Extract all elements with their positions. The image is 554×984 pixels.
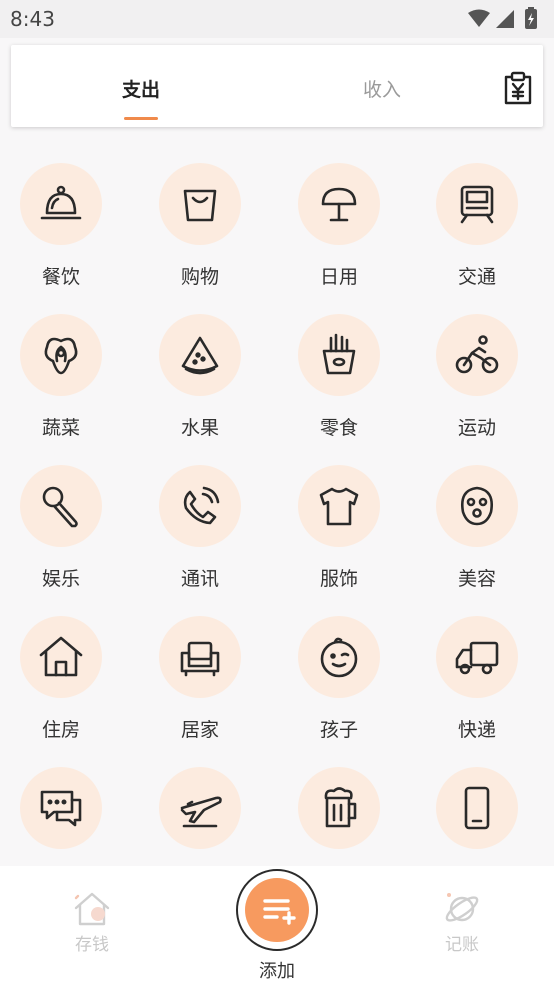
status-bar: 8:43 (0, 0, 554, 38)
dining-bell-icon (40, 185, 82, 220)
category-drinks[interactable] (289, 732, 389, 864)
category-children[interactable]: 孩子 (289, 581, 389, 741)
add-label: 添加 (259, 961, 295, 982)
category-fruit[interactable]: 水果 (150, 279, 250, 439)
nav-save[interactable]: 存钱 (52, 890, 132, 955)
airplane-icon (180, 796, 222, 828)
microphone-icon (42, 486, 78, 528)
truck-icon (455, 641, 499, 675)
status-icons (468, 7, 537, 29)
add-button[interactable] (245, 878, 309, 942)
category-communication[interactable]: 通讯 (150, 430, 250, 590)
tshirt-icon (319, 487, 359, 526)
mushroom-lamp-icon (321, 187, 357, 222)
category-daily[interactable]: 日用 (289, 128, 389, 288)
status-time: 8:43 (10, 7, 55, 31)
category-digital[interactable] (427, 732, 527, 864)
nav-account-label: 记账 (445, 935, 479, 955)
house-icon (39, 636, 83, 677)
sofa-icon (180, 641, 220, 677)
fries-icon (322, 333, 356, 375)
category-sports[interactable]: 运动 (427, 279, 527, 439)
planet-icon (445, 893, 479, 922)
watermelon-icon (181, 336, 219, 375)
phone-icon (183, 486, 220, 525)
category-household[interactable]: 居家 (150, 581, 250, 741)
bicycle-icon (455, 335, 499, 374)
nav-save-label: 存钱 (75, 935, 109, 955)
category-transport[interactable]: 交通 (427, 128, 527, 288)
receipt-yen-icon[interactable] (503, 71, 533, 105)
category-entertainment[interactable]: 娱乐 (11, 430, 111, 590)
category-grid: 餐饮 购物 日用 交通 蔬菜 水果 零食 运动 娱乐 通讯 服饰 美容 住房 居… (0, 128, 554, 864)
category-snacks[interactable]: 零食 (289, 279, 389, 439)
nav-account[interactable]: 记账 (422, 890, 502, 955)
tab-active-indicator (124, 117, 158, 120)
chat-icon (40, 790, 82, 827)
category-shopping[interactable]: 购物 (150, 128, 250, 288)
face-mask-icon (461, 486, 493, 526)
beer-icon (324, 787, 357, 828)
mobile-phone-icon (464, 786, 490, 830)
type-tab-card: 支出 收入 (11, 45, 543, 127)
tab-expense[interactable]: 支出 (122, 75, 160, 102)
category-express[interactable]: 快递 (427, 581, 527, 741)
category-housing[interactable]: 住房 (11, 581, 111, 741)
shopping-bag-icon (183, 189, 217, 222)
category-vegetables[interactable]: 蔬菜 (11, 279, 111, 439)
tab-income[interactable]: 收入 (363, 75, 401, 102)
category-dining[interactable]: 餐饮 (11, 128, 111, 288)
category-message[interactable] (11, 732, 111, 864)
category-clothing[interactable]: 服饰 (289, 430, 389, 590)
vegetable-icon (44, 337, 78, 375)
category-travel[interactable] (150, 732, 250, 864)
train-icon (460, 185, 494, 224)
baby-icon (320, 637, 358, 678)
add-list-icon (263, 899, 296, 925)
category-beauty[interactable]: 美容 (427, 430, 527, 590)
piggy-house-icon (74, 892, 110, 926)
